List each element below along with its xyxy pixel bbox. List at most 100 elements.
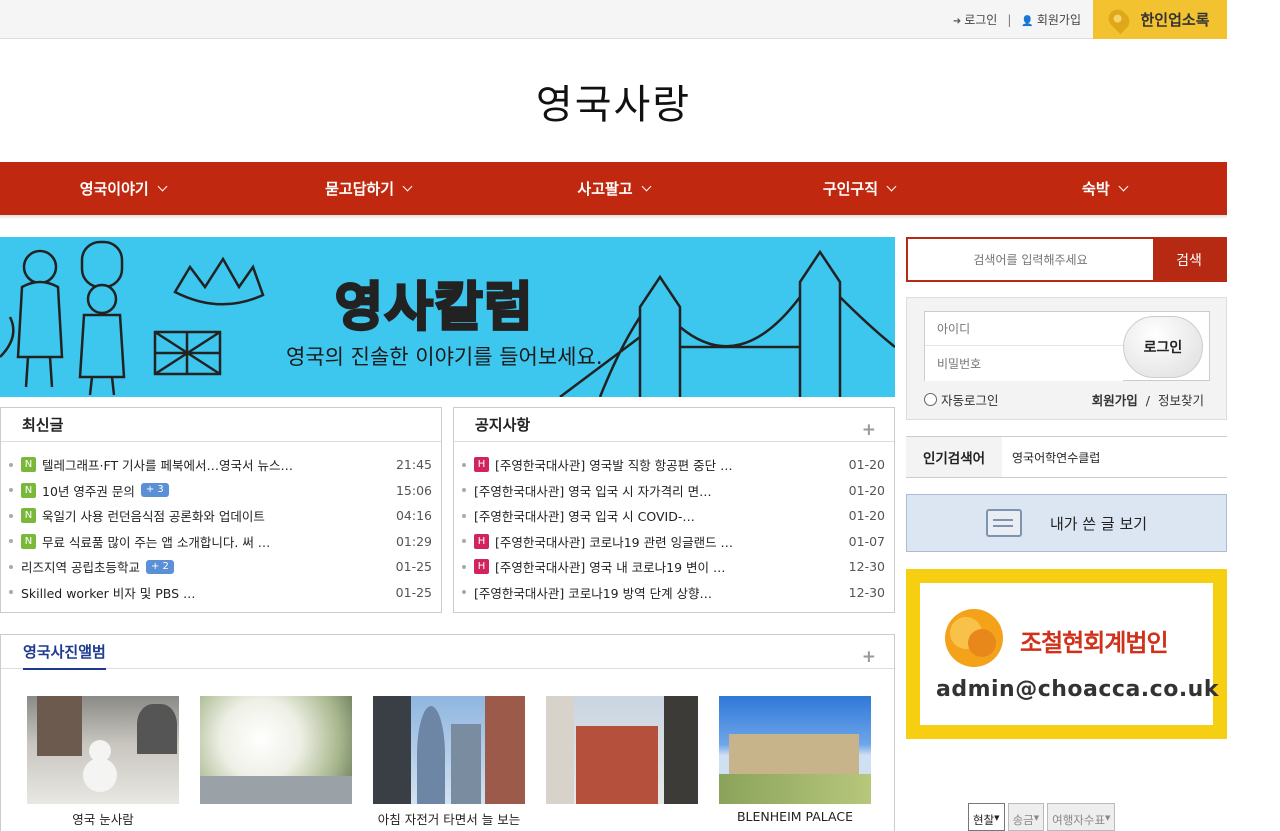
password-input[interactable] bbox=[925, 347, 1123, 381]
list-item[interactable]: N 욱일기 사용 런던음식점 공론화와 업데이트 04:16 bbox=[1, 503, 441, 529]
photo-brick-building bbox=[546, 696, 698, 804]
latest-posts-list: N 텔레그래프·FT 기사를 페북에서…영국서 뉴스… 21:45 N 10년 영주권 … bbox=[1, 442, 441, 605]
nav-item-lodging[interactable]: 숙박 bbox=[982, 162, 1227, 215]
bullet-icon bbox=[462, 564, 466, 569]
my-posts-button[interactable]: 내가 쓴 글 보기 bbox=[906, 494, 1227, 552]
list-item[interactable]: H [주영한국대사관] 영국발 직항 항공편 중단 … 01-20 bbox=[454, 452, 894, 478]
notice-title[interactable]: 공지사항 bbox=[475, 414, 530, 435]
post-title: [주영한국대사관] 코로나19 방역 단계 상향… bbox=[474, 585, 713, 601]
bullet-icon bbox=[462, 590, 466, 595]
list-item[interactable]: H [주영한국대사관] 영국 내 코로나19 변이 … 12-30 bbox=[454, 554, 894, 580]
notice-header: 공지사항 + bbox=[454, 408, 894, 442]
chevron-down-icon bbox=[641, 181, 652, 192]
photo-city bbox=[373, 696, 525, 804]
bullet-icon bbox=[9, 462, 13, 467]
bullet-icon bbox=[9, 590, 13, 595]
advertisement-banner[interactable]: 조철현회계법인 admin@choacca.co.uk bbox=[906, 569, 1227, 739]
ad-firm-name: 조철현회계법인 bbox=[1020, 629, 1169, 657]
hot-badge: H bbox=[474, 559, 489, 575]
chevron-down-icon bbox=[402, 181, 413, 192]
post-title: [주영한국대사관] 영국 입국 시 자가격리 면… bbox=[474, 483, 712, 499]
post-title: [주영한국대사관] 코로나19 관련 잉글랜드 … bbox=[495, 534, 734, 550]
list-item[interactable]: Skilled worker 비자 및 PBS … 01-25 bbox=[1, 580, 441, 606]
login-icon: ➜ bbox=[952, 16, 962, 27]
banner-title: 영사칼럼 bbox=[333, 277, 535, 340]
photo-item[interactable]: 영국 눈사람 bbox=[27, 696, 179, 828]
list-item[interactable]: 리즈지역 공립초등학교 + 2 01-25 bbox=[1, 554, 441, 580]
bullet-icon bbox=[462, 488, 466, 493]
nav-item-story[interactable]: 영국이야기 bbox=[0, 162, 245, 215]
photo-album-title[interactable]: 영국사진앨범 bbox=[23, 641, 106, 670]
photo-item[interactable] bbox=[200, 696, 352, 828]
firm-logo-icon bbox=[945, 609, 1003, 667]
photo-blossom bbox=[200, 696, 352, 804]
album-more-icon[interactable]: + bbox=[862, 647, 876, 667]
tab-cash[interactable]: 현찰▼ bbox=[968, 803, 1005, 831]
new-badge: N bbox=[21, 457, 36, 473]
nav-item-qna[interactable]: 묻고답하기 bbox=[245, 162, 490, 215]
list-item[interactable]: [주영한국대사관] 영국 입국 시 자가격리 면… 01-20 bbox=[454, 478, 894, 504]
chevron-down-icon bbox=[886, 181, 897, 192]
new-badge: N bbox=[21, 533, 36, 549]
post-time: 04:16 bbox=[395, 508, 432, 524]
login-button[interactable]: 로그인 bbox=[1123, 316, 1203, 378]
list-item[interactable]: [주영한국대사관] 코로나19 방역 단계 상향… 12-30 bbox=[454, 580, 894, 606]
list-item[interactable]: N 무료 식료품 많이 주는 앱 소개합니다. 써 … 01:29 bbox=[1, 529, 441, 555]
column-banner[interactable]: 영사칼럼 영국의 진솔한 이야기를 들어보세요. bbox=[0, 237, 895, 397]
find-info-link[interactable]: 정보찾기 bbox=[1158, 393, 1204, 408]
post-time: 01-20 bbox=[848, 482, 885, 498]
notice-panel: 공지사항 + H [주영한국대사관] 영국발 직항 항공편 중단 … 01-20 [주… bbox=[453, 407, 895, 613]
login-link[interactable]: ➜ 로그인 bbox=[953, 11, 998, 28]
checkbox-icon bbox=[924, 393, 937, 406]
photo-item[interactable] bbox=[546, 696, 698, 828]
document-edit-icon bbox=[985, 509, 1022, 537]
chevron-down-icon bbox=[157, 181, 168, 192]
popular-keyword[interactable]: 영국어학연수클럽 bbox=[1002, 449, 1100, 466]
post-title: 무료 식료품 많이 주는 앱 소개합니다. 써 … bbox=[42, 534, 271, 550]
search-input[interactable] bbox=[908, 239, 1153, 280]
user-plus-icon: 👤 bbox=[1021, 16, 1034, 27]
nav-item-market[interactable]: 사고팔고 bbox=[491, 162, 736, 215]
bullet-icon bbox=[9, 539, 13, 544]
photo-item[interactable]: BLENHEIM PALACE bbox=[719, 696, 871, 828]
post-title: [주영한국대사관] 영국 내 코로나19 변이 … bbox=[495, 560, 726, 576]
popular-searches-label: 인기검색어 bbox=[906, 437, 1002, 477]
list-item[interactable]: N 텔레그래프·FT 기사를 페북에서…영국서 뉴스… 21:45 bbox=[1, 452, 441, 478]
auto-login-checkbox[interactable]: 자동로그인 bbox=[924, 390, 999, 409]
main-nav: 영국이야기 묻고답하기 사고팔고 구인구직 숙박 bbox=[0, 162, 1227, 215]
new-badge: N bbox=[21, 482, 36, 498]
photo-grid: 영국 눈사람 아침 자전거 타면서 늘 보는 BLENHEIM PALACE bbox=[27, 696, 871, 828]
bullet-icon bbox=[9, 564, 13, 569]
tab-remittance[interactable]: 송금▼ bbox=[1007, 803, 1045, 831]
list-item[interactable]: H [주영한국대사관] 코로나19 관련 잉글랜드 … 01-07 bbox=[454, 529, 894, 555]
post-title: 욱일기 사용 런던음식점 공론화와 업데이트 bbox=[42, 509, 265, 525]
nav-item-jobs[interactable]: 구인구직 bbox=[736, 162, 981, 215]
hot-badge: H bbox=[474, 457, 489, 473]
notice-more-icon[interactable]: + bbox=[862, 420, 876, 440]
post-time: 15:06 bbox=[395, 482, 432, 498]
bullet-icon bbox=[462, 462, 466, 467]
post-time: 01-25 bbox=[395, 584, 432, 600]
list-item[interactable]: [주영한국대사관] 영국 입국 시 COVID-… 01-20 bbox=[454, 503, 894, 529]
post-time: 12-30 bbox=[848, 584, 885, 600]
directory-button[interactable]: 한인업소록 bbox=[1093, 0, 1227, 39]
list-item[interactable]: N 10년 영주권 문의 + 3 15:06 bbox=[1, 478, 441, 504]
post-time: 01-07 bbox=[848, 533, 885, 549]
hot-badge: H bbox=[474, 533, 489, 549]
bullet-icon bbox=[462, 513, 466, 518]
signup-link[interactable]: 👤 회원가입 bbox=[1021, 11, 1081, 28]
map-pin-icon bbox=[1105, 5, 1134, 34]
bullet-icon bbox=[9, 513, 13, 518]
post-title: 텔레그래프·FT 기사를 페북에서…영국서 뉴스… bbox=[42, 458, 294, 474]
ad-email: admin@choacca.co.uk bbox=[936, 677, 1219, 702]
search-bar: 검색 bbox=[906, 237, 1227, 282]
signup-link[interactable]: 회원가입 bbox=[1092, 393, 1138, 408]
id-input[interactable] bbox=[925, 312, 1123, 346]
tab-travelers-check[interactable]: 여행자수표▼ bbox=[1047, 803, 1116, 831]
post-title: 리즈지역 공립초등학교 bbox=[21, 560, 140, 576]
site-logo[interactable]: 영국사랑 bbox=[0, 40, 1227, 162]
latest-posts-title[interactable]: 최신글 bbox=[22, 414, 63, 435]
search-button[interactable]: 검색 bbox=[1153, 239, 1225, 280]
login-fields: 로그인 bbox=[924, 311, 1210, 381]
photo-item[interactable]: 아침 자전거 타면서 늘 보는 bbox=[373, 696, 525, 828]
